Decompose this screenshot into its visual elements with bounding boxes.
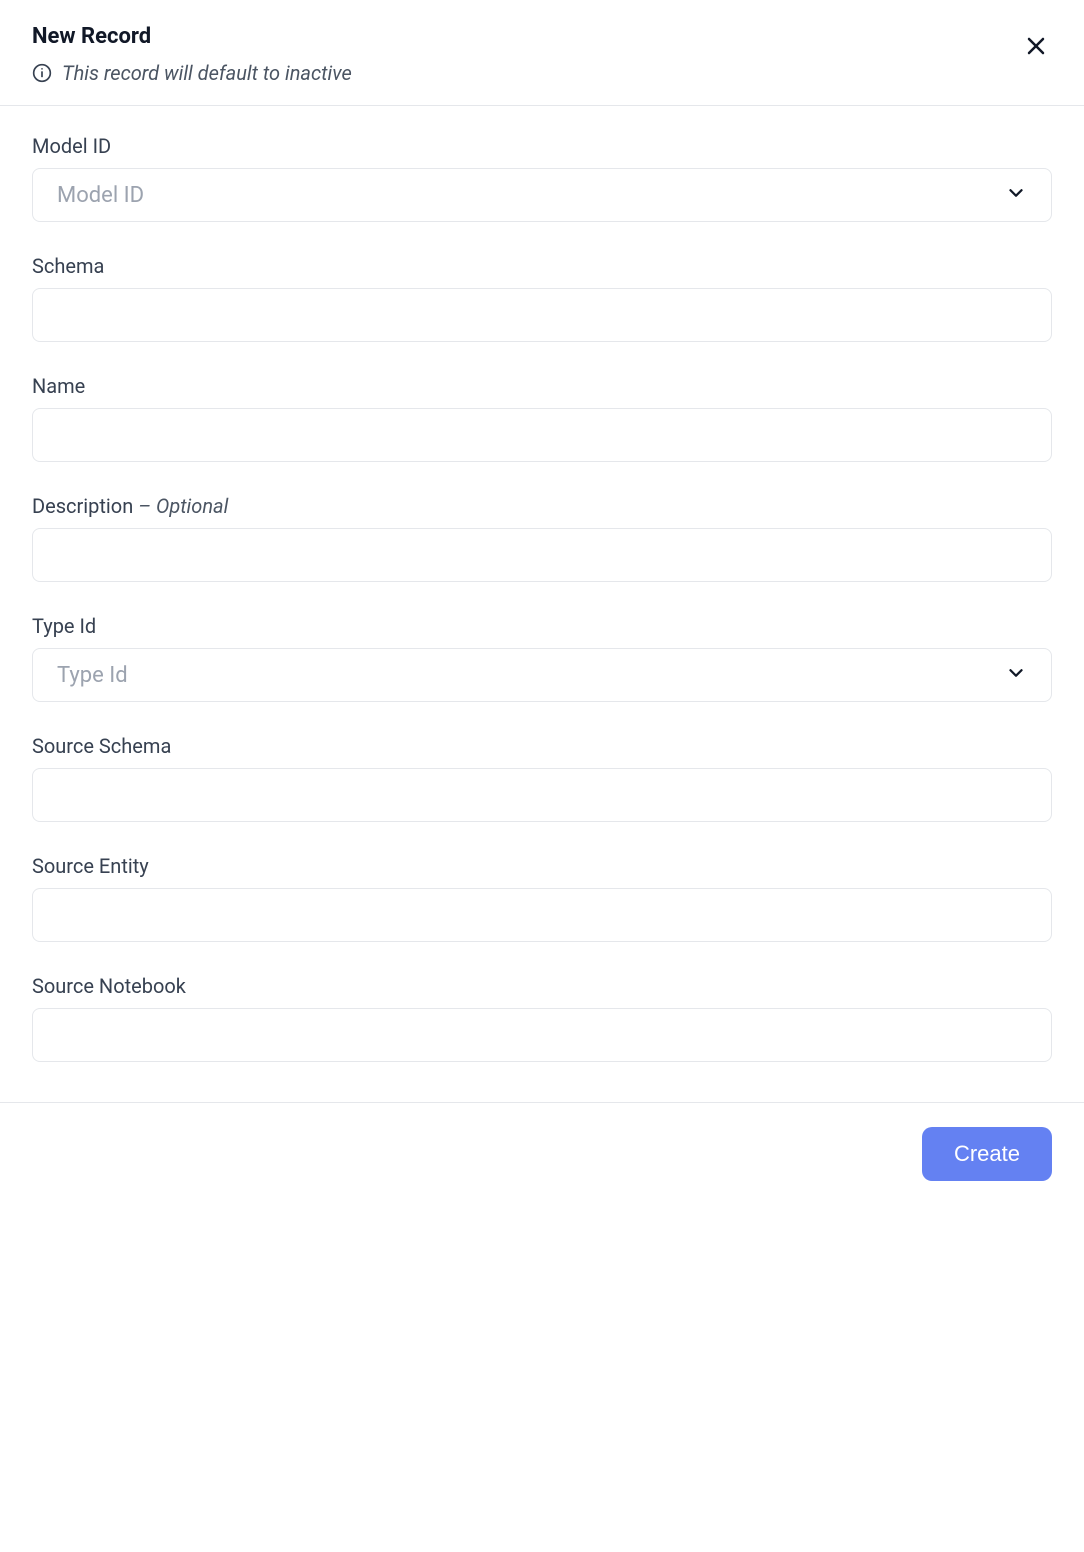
- source-schema-input[interactable]: [32, 768, 1052, 822]
- model-id-select[interactable]: Model ID: [32, 168, 1052, 222]
- schema-label: Schema: [32, 254, 1052, 278]
- source-notebook-label: Source Notebook: [32, 974, 1052, 998]
- create-button[interactable]: Create: [922, 1127, 1052, 1181]
- field-type-id: Type Id Type Id: [32, 614, 1052, 702]
- chevron-down-icon: [1005, 662, 1027, 689]
- header-text-block: New Record This record will default to i…: [32, 24, 352, 85]
- model-id-placeholder: Model ID: [57, 183, 144, 208]
- model-id-label: Model ID: [32, 134, 1052, 158]
- source-entity-input[interactable]: [32, 888, 1052, 942]
- field-source-schema: Source Schema: [32, 734, 1052, 822]
- subtitle-row: This record will default to inactive: [32, 61, 352, 85]
- description-optional: – Optional: [138, 494, 228, 518]
- name-label: Name: [32, 374, 1052, 398]
- type-id-label: Type Id: [32, 614, 1052, 638]
- source-entity-label: Source Entity: [32, 854, 1052, 878]
- close-icon: [1024, 46, 1048, 61]
- type-id-placeholder: Type Id: [57, 663, 128, 688]
- description-label-text: Description: [32, 494, 133, 518]
- type-id-select[interactable]: Type Id: [32, 648, 1052, 702]
- field-source-notebook: Source Notebook: [32, 974, 1052, 1062]
- description-label: Description – Optional: [32, 494, 1052, 518]
- description-input[interactable]: [32, 528, 1052, 582]
- name-input[interactable]: [32, 408, 1052, 462]
- dialog-title: New Record: [32, 24, 352, 49]
- chevron-down-icon: [1005, 182, 1027, 209]
- form-body: Model ID Model ID Schema Name Descriptio…: [0, 106, 1084, 1102]
- info-icon: [32, 63, 52, 83]
- schema-input[interactable]: [32, 288, 1052, 342]
- dialog-subtitle: This record will default to inactive: [62, 61, 352, 85]
- field-model-id: Model ID Model ID: [32, 134, 1052, 222]
- field-source-entity: Source Entity: [32, 854, 1052, 942]
- dialog-footer: Create: [0, 1102, 1084, 1205]
- field-name: Name: [32, 374, 1052, 462]
- close-button[interactable]: [1020, 30, 1052, 65]
- source-notebook-input[interactable]: [32, 1008, 1052, 1062]
- dialog-header: New Record This record will default to i…: [0, 0, 1084, 106]
- field-schema: Schema: [32, 254, 1052, 342]
- field-description: Description – Optional: [32, 494, 1052, 582]
- source-schema-label: Source Schema: [32, 734, 1052, 758]
